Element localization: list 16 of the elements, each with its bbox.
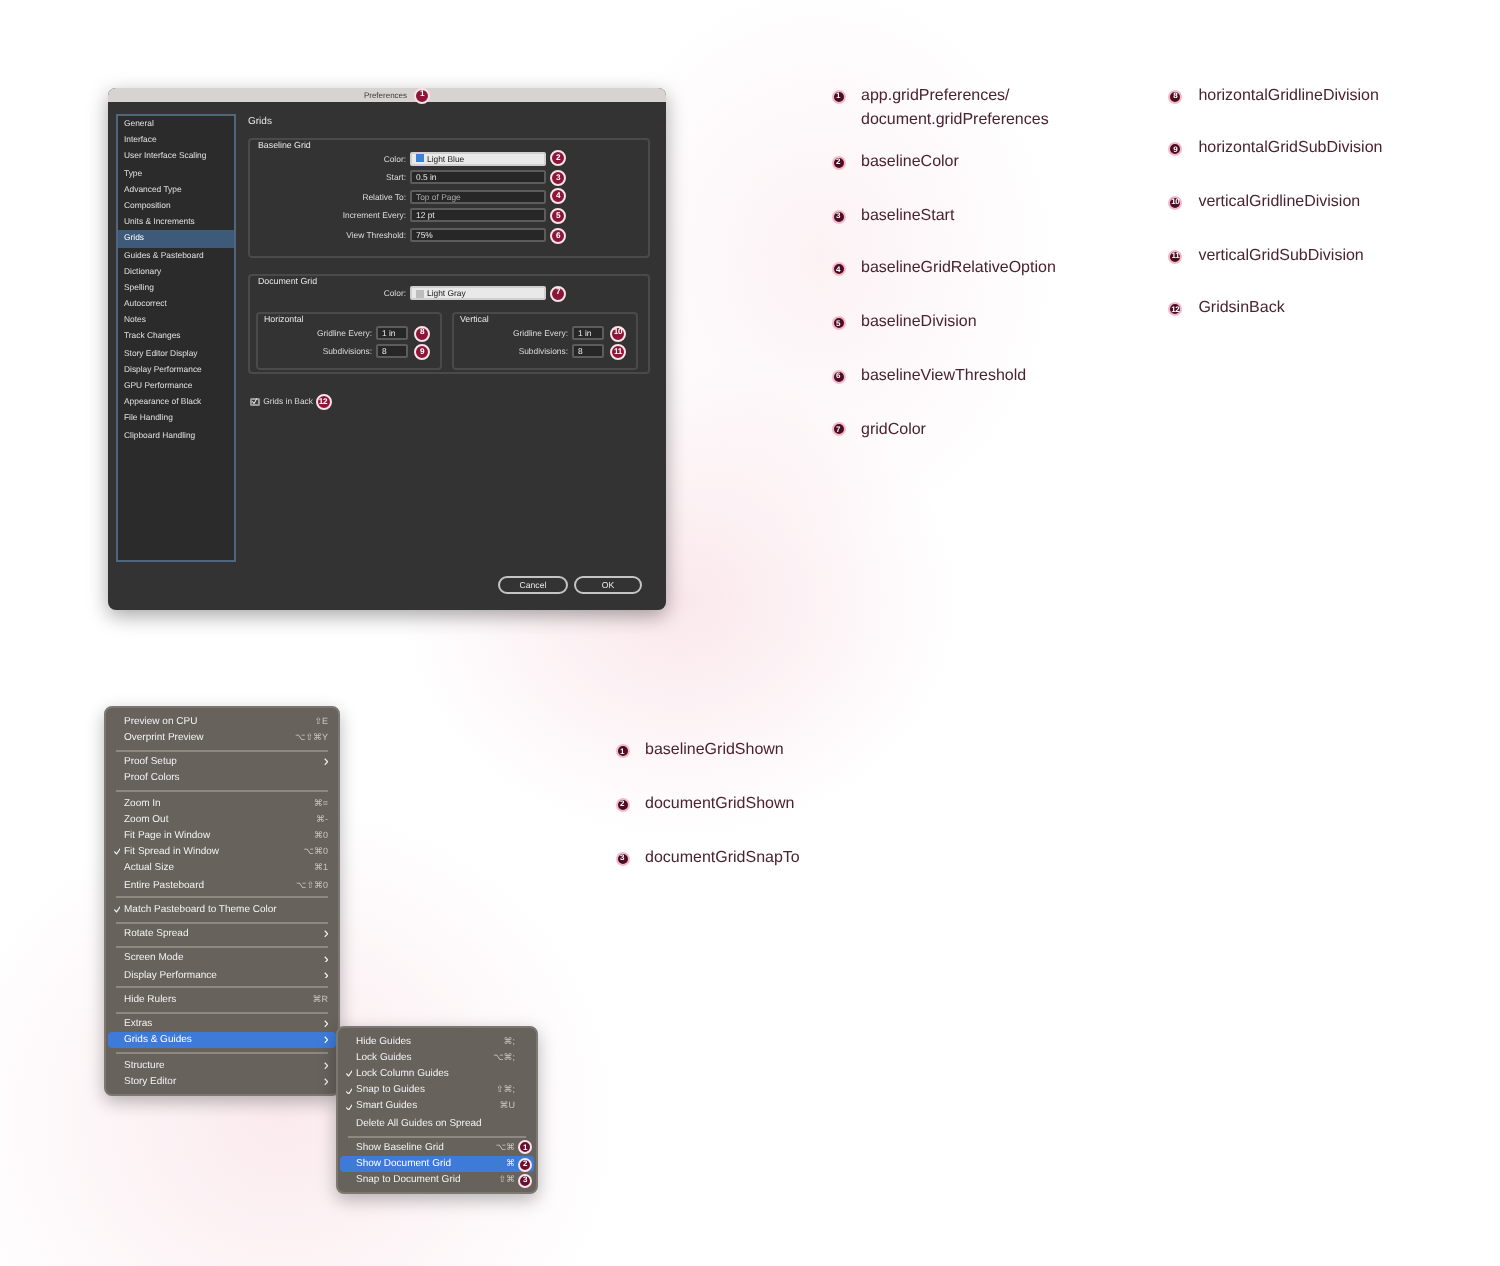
callout-label: verticalGridSubDivision <box>1198 243 1364 268</box>
callout-label: baselineViewThreshold <box>861 363 1027 388</box>
callout-label: verticalGridlineDivision <box>1198 190 1361 215</box>
callout-label: horizontalGridSubDivision <box>1198 136 1383 161</box>
callout-label: baselineColor <box>861 150 959 175</box>
callout-label: gridColor <box>861 417 926 442</box>
callout-label: app.gridPreferences/ document.gridPreferences <box>861 83 1049 133</box>
callout-label: baselineGridRelativeOption <box>861 256 1056 281</box>
callout-label: baselineStart <box>861 203 955 228</box>
checkbox[interactable] <box>250 397 260 407</box>
callout-label: GridsinBack <box>1198 296 1285 321</box>
callout-label: documentGridShown <box>645 792 795 817</box>
callout-label: baselineGridShown <box>645 738 784 763</box>
callout-label: baselineDivision <box>861 310 977 335</box>
callout-label: horizontalGridlineDivision <box>1198 83 1379 108</box>
callout-label: documentGridSnapTo <box>645 845 800 870</box>
